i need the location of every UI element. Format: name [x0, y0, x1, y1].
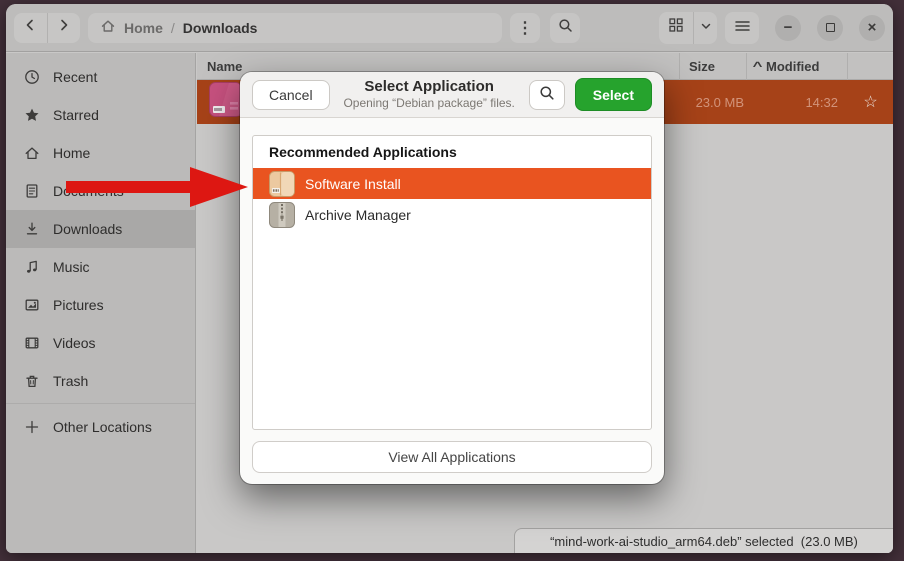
- kebab-menu-icon: ⋮: [517, 18, 533, 38]
- pictures-icon: [24, 297, 40, 313]
- sidebar: Recent Starred Home Documents: [6, 53, 196, 553]
- recent-icon: [24, 69, 40, 85]
- hamburger-menu-icon: [735, 19, 750, 37]
- minimize-icon: −: [784, 19, 793, 36]
- grid-view-icon: [669, 18, 683, 37]
- home-icon: [24, 145, 40, 161]
- sidebar-item-label: Trash: [53, 373, 88, 389]
- chevron-right-icon: [57, 18, 71, 37]
- sidebar-item-label: Music: [53, 259, 90, 275]
- sidebar-item-music[interactable]: Music: [6, 248, 195, 286]
- sidebar-item-recent[interactable]: Recent: [6, 58, 195, 96]
- software-install-icon: [269, 171, 295, 197]
- nav-buttons: [14, 13, 80, 43]
- desktop-background: Home / Downloads ⋮: [0, 0, 904, 561]
- annotation-arrow: [60, 162, 255, 217]
- maximize-button[interactable]: [817, 15, 843, 41]
- sidebar-item-trash[interactable]: Trash: [6, 362, 195, 400]
- breadcrumb-separator: /: [171, 20, 175, 36]
- maximize-icon: [826, 23, 835, 32]
- status-text: “mind-work-ai-studio_arm64.deb” selected…: [550, 534, 858, 549]
- cancel-button[interactable]: Cancel: [252, 80, 330, 110]
- videos-icon: [24, 335, 40, 351]
- minimize-button[interactable]: −: [775, 15, 801, 41]
- search-button[interactable]: [550, 13, 580, 43]
- chevron-down-icon: [700, 19, 712, 37]
- search-icon: [558, 18, 573, 38]
- sidebar-item-label: Home: [53, 145, 90, 161]
- sidebar-item-label: Videos: [53, 335, 96, 351]
- column-modified[interactable]: ^ Modified: [747, 59, 847, 74]
- status-bar: “mind-work-ai-studio_arm64.deb” selected…: [514, 528, 893, 553]
- search-icon: [539, 85, 555, 104]
- column-size[interactable]: Size: [680, 59, 746, 74]
- file-modified: 14:32: [748, 95, 848, 110]
- close-button[interactable]: ×: [859, 15, 885, 41]
- breadcrumb-current[interactable]: Downloads: [183, 20, 258, 36]
- view-all-applications-button[interactable]: View All Applications: [252, 441, 652, 473]
- sidebar-item-label: Starred: [53, 107, 99, 123]
- dialog-search-button[interactable]: [529, 80, 565, 110]
- forward-button[interactable]: [47, 13, 81, 43]
- sidebar-item-label: Recent: [53, 69, 97, 85]
- music-icon: [24, 259, 40, 275]
- sidebar-item-starred[interactable]: Starred: [6, 96, 195, 134]
- view-switcher: [659, 12, 717, 44]
- dialog-title: Select Application: [330, 78, 529, 97]
- sidebar-item-pictures[interactable]: Pictures: [6, 286, 195, 324]
- file-size: 23.0 MB: [682, 95, 748, 110]
- star-icon: [24, 107, 40, 123]
- app-name: Archive Manager: [305, 207, 411, 223]
- trash-icon: [24, 373, 40, 389]
- app-row-archive-manager[interactable]: Archive Manager: [253, 199, 651, 230]
- deb-package-icon: [209, 82, 242, 122]
- app-name: Software Install: [305, 176, 401, 192]
- application-list: Recommended Applications Software Instal…: [252, 135, 652, 430]
- plus-icon: [24, 419, 40, 435]
- main-menu-button[interactable]: [725, 12, 759, 44]
- breadcrumb[interactable]: Home / Downloads: [88, 13, 502, 43]
- dialog-subtitle: Opening “Debian package” files.: [330, 96, 529, 111]
- sidebar-item-label: Downloads: [53, 221, 122, 237]
- view-switcher-dropdown[interactable]: [693, 12, 717, 44]
- document-icon: [24, 183, 40, 199]
- select-button[interactable]: Select: [575, 78, 652, 111]
- column-divider: [847, 53, 848, 80]
- star-toggle[interactable]: ☆: [848, 92, 893, 112]
- sidebar-item-videos[interactable]: Videos: [6, 324, 195, 362]
- headerbar: Home / Downloads ⋮: [6, 4, 893, 52]
- chevron-left-icon: [23, 18, 37, 37]
- back-button[interactable]: [14, 13, 47, 43]
- sidebar-item-other-locations[interactable]: Other Locations: [6, 408, 195, 446]
- recommended-section-header: Recommended Applications: [253, 136, 651, 168]
- dialog-header: Cancel Select Application Opening “Debia…: [240, 72, 664, 118]
- select-application-dialog: Cancel Select Application Opening “Debia…: [240, 72, 664, 484]
- close-icon: ×: [868, 19, 877, 36]
- archive-manager-icon: [269, 202, 295, 228]
- grid-view-button[interactable]: [659, 12, 693, 44]
- sort-ascending-icon: ^: [753, 59, 763, 73]
- sidebar-item-label: Pictures: [53, 297, 104, 313]
- dialog-titles: Select Application Opening “Debian packa…: [330, 78, 529, 112]
- home-icon: [100, 18, 116, 37]
- breadcrumb-home[interactable]: Home: [124, 20, 163, 36]
- download-icon: [24, 221, 40, 237]
- view-options-button[interactable]: ⋮: [510, 13, 540, 43]
- sidebar-item-label: Other Locations: [53, 419, 152, 435]
- sidebar-separator: [6, 403, 195, 404]
- app-row-software-install[interactable]: Software Install: [253, 168, 651, 199]
